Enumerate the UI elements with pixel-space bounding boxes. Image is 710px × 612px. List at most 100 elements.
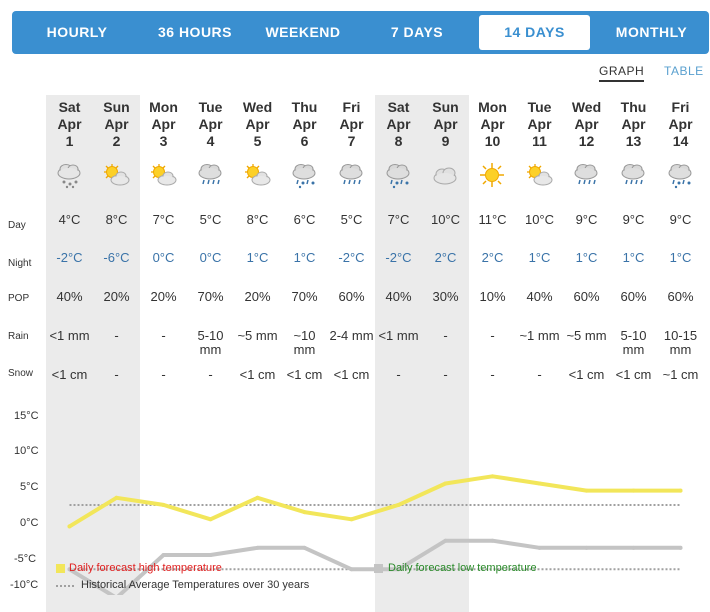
legend-low-label: Daily forecast low temperature <box>388 562 537 574</box>
tab-monthly[interactable]: MONTHLY <box>598 15 705 50</box>
rain-value: 10-15 mm <box>663 328 698 357</box>
rain-value: ~5 mm <box>237 328 278 343</box>
legend-avg-label: Historical Average Temperatures over 30 … <box>81 579 310 591</box>
table-toggle[interactable]: TABLE <box>664 64 704 78</box>
day-header-date: 1 <box>65 133 74 149</box>
rain-value: - <box>490 328 495 343</box>
day-header-date: 11 <box>532 133 547 149</box>
snow-value: <1 cm <box>286 367 323 382</box>
tab-36-hours[interactable]: 36 HOURS <box>136 15 254 50</box>
night-value: 2°C <box>481 250 504 265</box>
low-temp-line-point <box>349 567 354 572</box>
sun-icon <box>477 161 507 189</box>
tab-7-days[interactable]: 7 DAYS <box>362 15 472 50</box>
high-temp-line-point <box>396 502 401 507</box>
high-temp-line-point <box>349 517 354 522</box>
rain-value: 5-10 mm <box>620 328 647 357</box>
day-header: Sun Apr 9 <box>422 99 469 150</box>
row-label-rain: Rain <box>8 331 29 342</box>
day-header-dow: Sun <box>432 99 459 115</box>
snow-cloud-icon <box>54 161 84 189</box>
day-header-dow: Thu <box>291 99 318 115</box>
night-value: 0°C <box>199 250 222 265</box>
pop-value: 40% <box>385 289 412 304</box>
night-value: 1°C <box>293 250 316 265</box>
day-header-date: 10 <box>484 133 501 149</box>
day-header-month: Apr <box>104 116 129 132</box>
sun-cloud-icon <box>101 161 131 189</box>
night-value: -2°C <box>385 250 412 265</box>
snow-value: - <box>490 367 495 382</box>
rain-value: <1 mm <box>49 328 90 343</box>
day-header-month: Apr <box>574 116 599 132</box>
forecast-grid: Fri Apr 14 9°C 1°C 60% 10-15 mm ~1 cm Thu Apr 13 9°… <box>0 95 710 612</box>
high-temp-line-point <box>114 495 119 500</box>
day-header-dow: Mon <box>149 99 178 115</box>
sun-cloud-icon <box>148 161 178 189</box>
day-header: Wed Apr 12 <box>563 99 610 150</box>
low-temp-line-point <box>302 545 307 550</box>
pop-value: 10% <box>479 289 506 304</box>
row-label-snow: Snow <box>8 368 34 379</box>
graph-toggle[interactable]: GRAPH <box>599 64 645 82</box>
snow-value: <1 cm <box>615 367 652 382</box>
row-label-day: Day <box>8 220 26 231</box>
rain-cloud-icon <box>336 161 366 189</box>
day-header-month: Apr <box>433 116 458 132</box>
tab-hourly[interactable]: HOURLY <box>18 15 136 50</box>
low-temp-line-point <box>208 553 213 557</box>
low-temp-line-point <box>537 545 542 550</box>
rain-cloud-icon <box>618 161 648 189</box>
snow-value: <1 cm <box>51 367 88 382</box>
snow-value: - <box>208 367 213 382</box>
day-header-dow: Tue <box>527 99 552 115</box>
night-value: 1°C <box>669 250 692 265</box>
day-value: 9°C <box>669 212 692 227</box>
pop-value: 70% <box>291 289 318 304</box>
rain-value: 2-4 mm <box>329 328 374 343</box>
tab-14-days[interactable]: 14 DAYS <box>479 15 590 50</box>
low-temp-line-point <box>584 545 589 550</box>
snow-value: <1 cm <box>568 367 605 382</box>
low-temp-line-point <box>161 553 166 557</box>
day-header-dow: Sat <box>387 99 410 115</box>
day-header-month: Apr <box>339 116 364 132</box>
day-value: 9°C <box>622 212 645 227</box>
rain-value: ~5 mm <box>566 328 607 343</box>
tab-weekend[interactable]: WEEKEND <box>248 15 358 50</box>
low-temp-line-point <box>631 545 636 550</box>
day-header-month: Apr <box>245 116 270 132</box>
sun-cloud-icon <box>524 161 554 189</box>
day-header: Sun Apr 2 <box>93 99 140 150</box>
day-header-date: 9 <box>441 133 450 149</box>
snow-value: ~1 cm <box>662 367 699 382</box>
day-header-date: 12 <box>578 133 595 149</box>
day-header: Fri Apr 7 <box>328 99 375 150</box>
pop-value: 60% <box>667 289 694 304</box>
pop-value: 60% <box>620 289 647 304</box>
pop-value: 20% <box>103 289 130 304</box>
day-header-date: 3 <box>159 133 168 149</box>
day-value: 5°C <box>340 212 363 227</box>
row-label-pop: POP <box>8 293 30 304</box>
day-value: 10°C <box>430 212 461 227</box>
day-header: Mon Apr 10 <box>469 99 516 150</box>
snow-value: - <box>537 367 542 382</box>
day-header-dow: Wed <box>242 99 273 115</box>
day-value: 7°C <box>152 212 175 227</box>
night-value: 1°C <box>246 250 269 265</box>
day-header-date: 4 <box>206 133 215 149</box>
high-temp-line-point <box>208 517 213 522</box>
day-header-dow: Sat <box>58 99 81 115</box>
day-header-month: Apr <box>386 116 411 132</box>
forecast-tab-bar: HOURLY 36 HOURS WEEKEND 7 DAYS 14 DAYS M… <box>12 11 709 54</box>
night-value: 1°C <box>575 250 598 265</box>
snow-value: <1 cm <box>239 367 276 382</box>
pop-value: 30% <box>432 289 459 304</box>
day-header-month: Apr <box>621 116 646 132</box>
rain-value: 5-10 mm <box>197 328 224 357</box>
low-temp-line-point <box>255 545 260 550</box>
night-value: 2°C <box>434 250 457 265</box>
pop-value: 40% <box>526 289 553 304</box>
day-header-dow: Mon <box>478 99 507 115</box>
